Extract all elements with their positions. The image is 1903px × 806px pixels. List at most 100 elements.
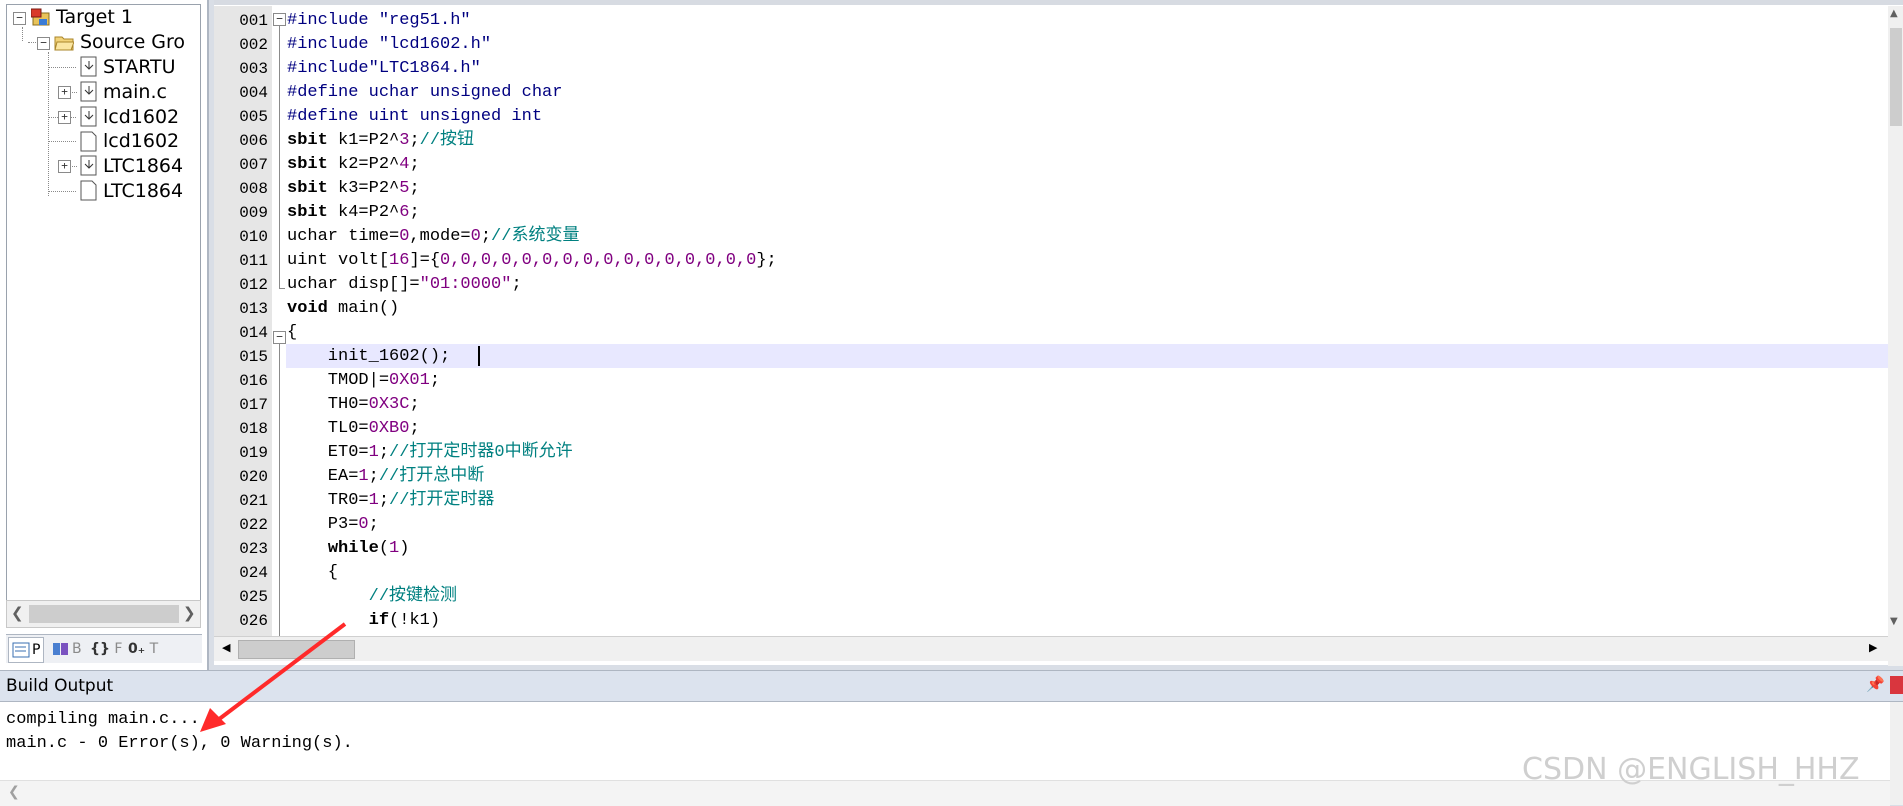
code-line[interactable]: P3=0;: [287, 513, 379, 537]
templates-icon: 0₊: [128, 641, 146, 657]
collapse-toggle[interactable]: −: [13, 12, 26, 25]
code-token: 1: [358, 467, 369, 486]
expand-toggle[interactable]: +: [58, 111, 71, 124]
collapse-toggle[interactable]: −: [37, 37, 50, 50]
code-line[interactable]: #include"LTC1864.h": [287, 57, 481, 81]
header-file-icon: [80, 180, 97, 201]
code-line[interactable]: {: [287, 321, 297, 345]
tree-target-label[interactable]: Target 1: [56, 5, 133, 31]
code-line[interactable]: sbit k4=P2^6;: [287, 201, 420, 225]
project-tab-icon: [12, 642, 30, 658]
build-output-line: compiling main.c...: [6, 710, 200, 729]
scrollbar-thumb[interactable]: [1890, 28, 1902, 126]
code-token: #include"LTC1864.h": [287, 59, 481, 78]
tab-books[interactable]: B: [52, 637, 82, 661]
text-caret: [478, 346, 480, 366]
scroll-down-icon[interactable]: ▼: [1890, 616, 1898, 627]
tab-templates[interactable]: 0₊ T: [128, 637, 158, 661]
tree-file-ltc1864-c[interactable]: LTC1864: [103, 152, 183, 180]
build-output-vertical-scrollbar[interactable]: [1890, 702, 1903, 805]
code-line[interactable]: #include "reg51.h": [287, 9, 471, 33]
code-token: ET0=: [287, 443, 369, 462]
tree-horizontal-scrollbar[interactable]: ❮ ❯: [6, 600, 201, 628]
scroll-left-icon[interactable]: ❮: [8, 784, 20, 800]
panel-tab-bar: P B {} F 0₊ T: [6, 634, 202, 663]
scroll-right-icon[interactable]: ▶: [1869, 641, 1877, 654]
editor-horizontal-scrollbar[interactable]: ◀ ▶: [214, 636, 1888, 661]
line-number: 007: [239, 156, 268, 174]
fold-toggle[interactable]: −: [273, 13, 286, 26]
scroll-up-icon[interactable]: ▲: [1890, 8, 1898, 19]
code-line[interactable]: #define uchar unsigned char: [287, 81, 562, 105]
code-token: (: [378, 539, 390, 558]
code-line[interactable]: EA=1;//打开总中断: [287, 465, 484, 489]
code-token: (!k1): [389, 611, 441, 630]
line-number: 023: [239, 540, 268, 558]
tree-file-lcd1602-h[interactable]: lcd1602: [103, 127, 179, 155]
code-line[interactable]: uchar time=0,mode=0;//系统变量: [287, 225, 579, 249]
code-line[interactable]: //按键检测: [287, 585, 457, 609]
code-line[interactable]: while(1): [287, 537, 410, 561]
line-number: 008: [239, 180, 268, 198]
code-line[interactable]: #define uint unsigned int: [287, 105, 542, 129]
target-icon: [31, 8, 50, 26]
code-token: #define uchar unsigned char: [287, 83, 563, 102]
line-number: 012: [239, 276, 268, 294]
code-line[interactable]: TL0=0XB0;: [287, 417, 420, 441]
asm-file-icon: [80, 56, 97, 77]
code-token: ;: [429, 371, 441, 390]
code-line[interactable]: TMOD|=0X01;: [287, 369, 440, 393]
code-token: ]={: [409, 251, 441, 270]
code-token: EA=: [287, 467, 359, 486]
line-number: 021: [239, 492, 268, 510]
code-line[interactable]: TH0=0X3C;: [287, 393, 420, 417]
code-line[interactable]: sbit k2=P2^4;: [287, 153, 420, 177]
tree-file-main[interactable]: main.c: [103, 78, 167, 106]
code-token: ;: [409, 131, 420, 150]
header-file-icon: [80, 131, 97, 152]
code-token: P3=: [287, 515, 359, 534]
line-number: 002: [239, 36, 268, 54]
project-tree[interactable]: − Target 1 − Source Gro STARTU + main.c …: [6, 4, 201, 601]
code-line[interactable]: uchar disp[]="01:0000";: [287, 273, 522, 297]
build-output-title: Build Output: [6, 676, 114, 696]
tree-file-startup[interactable]: STARTU: [103, 53, 176, 81]
braces-icon: {}: [90, 641, 110, 657]
code-line[interactable]: ET0=1;//打开定时器0中断允许: [287, 441, 573, 465]
line-number: 014: [239, 324, 268, 342]
code-token: k2=P2^: [327, 155, 400, 174]
close-panel-icon[interactable]: [1890, 676, 1903, 694]
watermark: CSDN @ENGLISH_HHZ: [1522, 752, 1860, 787]
code-token: ;: [511, 275, 522, 294]
code-line[interactable]: uint volt[16]={0,0,0,0,0,0,0,0,0,0,0,0,0…: [287, 249, 777, 273]
scroll-left-icon[interactable]: ❮: [11, 604, 24, 622]
code-token: ;: [409, 179, 420, 198]
code-line[interactable]: sbit k3=P2^5;: [287, 177, 420, 201]
code-line[interactable]: init_1602();: [287, 345, 450, 369]
annotation-arrow: [200, 622, 347, 732]
tab-project[interactable]: P: [8, 637, 45, 663]
line-number: 016: [239, 372, 268, 390]
code-line[interactable]: #include "lcd1602.h": [287, 33, 491, 57]
fold-toggle[interactable]: −: [273, 331, 286, 344]
tree-group-label[interactable]: Source Gro: [80, 28, 185, 56]
code-token: {: [287, 563, 339, 582]
code-token: #define uint unsigned int: [287, 107, 543, 126]
pin-icon[interactable]: 📌: [1866, 675, 1885, 693]
code-line[interactable]: {: [287, 561, 338, 585]
code-token: 1: [368, 491, 379, 510]
tree-file-ltc1864-h[interactable]: LTC1864: [103, 177, 183, 205]
line-number: 004: [239, 84, 268, 102]
build-output-line: main.c - 0 Error(s), 0 Warning(s).: [6, 734, 353, 753]
line-number: 020: [239, 468, 268, 486]
line-number: 003: [239, 60, 268, 78]
code-line[interactable]: sbit k1=P2^3;//按钮: [287, 129, 474, 153]
code-line[interactable]: TR0=1;//打开定时器: [287, 489, 495, 513]
expand-toggle[interactable]: +: [58, 160, 71, 173]
code-line[interactable]: void main(): [287, 297, 399, 321]
expand-toggle[interactable]: +: [58, 86, 71, 99]
code-token: void: [287, 299, 328, 318]
scrollbar-thumb[interactable]: [29, 605, 179, 623]
tab-functions[interactable]: {} F: [90, 637, 122, 661]
